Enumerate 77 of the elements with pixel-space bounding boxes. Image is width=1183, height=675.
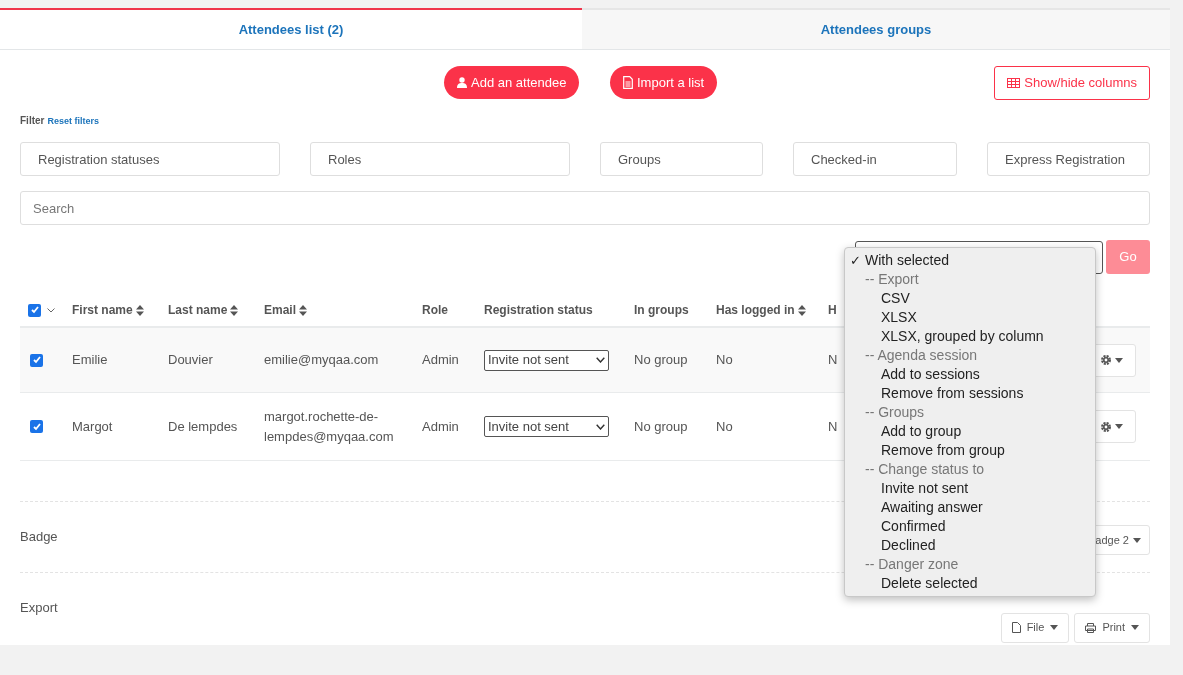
export-label: Export xyxy=(20,598,58,617)
menu-group-label: -- Change status to xyxy=(865,460,985,479)
menu-item[interactable]: Confirmed xyxy=(881,517,946,536)
table-cell-text: N xyxy=(828,417,838,436)
caret-icon xyxy=(1114,357,1123,363)
column-header: In groups xyxy=(634,302,689,319)
checkbox[interactable] xyxy=(30,420,43,433)
print-button[interactable]: Print xyxy=(1074,612,1150,643)
column-header[interactable]: Has logged in xyxy=(716,301,795,319)
table-cell-text: No xyxy=(716,351,734,370)
table-cell-text: Admin xyxy=(422,351,460,370)
checkbox[interactable] xyxy=(30,353,43,367)
column-header: Registration status xyxy=(484,302,593,319)
table-cell-text: margot.rochette-de-lempdes@myqaa.com xyxy=(264,407,395,446)
show-hide-columns-button[interactable]: Show/hide columns xyxy=(994,66,1150,100)
table-cell-text: N xyxy=(828,351,838,370)
menu-item[interactable]: Invite not sent xyxy=(881,479,969,498)
import-list-button[interactable]: Import a list xyxy=(610,66,718,99)
menu-item[interactable]: Remove from group xyxy=(881,441,1005,460)
settings-icon xyxy=(1099,354,1112,366)
menu-item[interactable]: With selected xyxy=(865,251,950,270)
menu-group-label: -- Danger zone xyxy=(865,555,959,574)
menu-item[interactable]: XLSX, grouped by column xyxy=(881,327,1044,346)
filter-field[interactable]: Registration statuses xyxy=(20,142,280,176)
column-header[interactable]: Last name xyxy=(168,301,228,319)
table-cell-text: Emilie xyxy=(72,351,109,370)
caret-icon xyxy=(1133,537,1141,543)
filter-field[interactable]: Checked-in xyxy=(793,142,957,176)
add-attendee-button[interactable]: Add an attendee xyxy=(444,66,580,99)
column-header: Role xyxy=(422,302,448,319)
reset-filters-link[interactable]: Reset filters xyxy=(47,115,99,129)
printer-icon xyxy=(1085,622,1097,633)
menu-item[interactable]: Add to group xyxy=(881,422,962,441)
menu-item[interactable]: XLSX xyxy=(881,308,917,327)
caret-icon xyxy=(1131,625,1139,630)
filter-field[interactable]: Express Registration xyxy=(987,142,1150,176)
menu-group-label: -- Agenda session xyxy=(865,346,978,365)
chevron-down-icon xyxy=(596,357,605,363)
menu-item[interactable]: Declined xyxy=(881,536,936,555)
chevron-down-icon xyxy=(596,423,605,430)
column-header[interactable]: Email xyxy=(264,301,296,319)
status-select[interactable]: Invite not sent xyxy=(484,349,609,371)
person-icon xyxy=(457,77,467,88)
caret-icon xyxy=(1050,625,1059,630)
chevron-down-icon[interactable] xyxy=(47,307,55,313)
tab[interactable]: Attendees groups xyxy=(582,8,1170,49)
menu-item[interactable]: Delete selected xyxy=(881,574,978,593)
table-cell-text: Douvier xyxy=(168,351,214,370)
document-icon xyxy=(1011,622,1021,633)
badge-label: Badge xyxy=(20,528,58,547)
filter-field[interactable]: Roles xyxy=(310,142,570,176)
menu-item[interactable]: CSV xyxy=(881,289,910,308)
table-cell-text: No group xyxy=(634,417,689,436)
menu-item[interactable]: Awaiting answer xyxy=(881,498,983,517)
table-cell-text: No xyxy=(716,417,734,436)
filter-field[interactable]: Groups xyxy=(600,142,763,176)
document-icon xyxy=(623,76,633,89)
menu-group-label: -- Groups xyxy=(865,403,925,422)
table-cell-text: No group xyxy=(634,351,689,370)
table-cell-text: emilie@myqaa.com xyxy=(264,351,380,369)
status-select[interactable]: Invite not sent xyxy=(484,416,609,437)
menu-group-label: -- Export xyxy=(865,270,919,289)
menu-item[interactable]: Add to sessions xyxy=(881,365,980,384)
file-button[interactable]: File xyxy=(1000,612,1070,643)
column-header: H xyxy=(828,302,837,319)
table-cell-text: De lempdes xyxy=(168,417,239,436)
search-field[interactable]: Search xyxy=(20,191,1150,225)
check-mark: ✓ xyxy=(850,252,861,270)
table-cell-text: Admin xyxy=(422,417,460,436)
table-cell-text: Margot xyxy=(72,417,114,436)
caret-icon xyxy=(1114,424,1123,429)
settings-icon xyxy=(1099,420,1112,433)
checkbox[interactable] xyxy=(28,303,41,317)
menu-item[interactable]: Remove from sessions xyxy=(881,384,1024,403)
filter-label: Filter xyxy=(20,114,45,128)
column-header[interactable]: First name xyxy=(72,301,133,319)
table-icon xyxy=(1007,78,1021,88)
